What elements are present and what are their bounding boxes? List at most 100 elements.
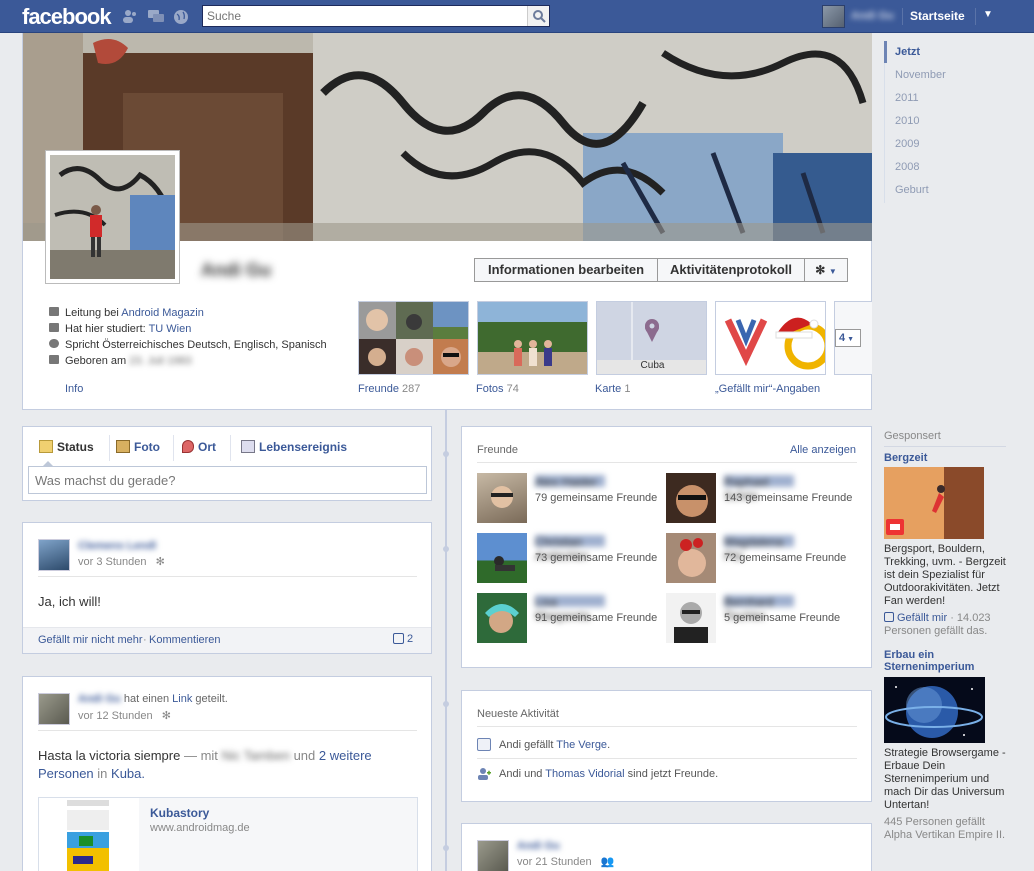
ad-title[interactable]: Bergzeit [884, 452, 927, 464]
friend-name[interactable]: Lisa Margareta [535, 595, 605, 623]
post-timestamp[interactable]: vor 12 Stunden ✻ [78, 709, 171, 722]
timeline-nav-2009[interactable]: 2009 [895, 138, 919, 150]
unlike-link[interactable]: Gefällt mir nicht mehr [38, 634, 143, 646]
friend-mutual[interactable]: 5 gemeinsame Freunde [724, 612, 840, 624]
messages-icon[interactable] [148, 9, 164, 23]
ad-title[interactable]: Erbau ein Sternenimperium [884, 649, 974, 673]
friend-avatar[interactable] [666, 533, 716, 583]
nav-user-name[interactable]: Andi Gu [851, 10, 897, 22]
ad-like-link[interactable]: Gefällt mir [884, 612, 947, 624]
friend-avatar[interactable] [666, 473, 716, 523]
tab-photos[interactable]: Fotos 74 [476, 383, 519, 395]
post-author-avatar[interactable] [38, 693, 70, 725]
friends-box-title: Freunde [477, 444, 518, 456]
post-author-name[interactable]: Andi Gu [517, 840, 560, 852]
more-tabs-button[interactable]: 4 ▼ [835, 329, 861, 347]
post-timestamp[interactable]: vor 21 Stunden 👥 [517, 855, 614, 868]
see-all-friends-link[interactable]: Alle anzeigen [790, 444, 856, 456]
timeline-dot [443, 701, 449, 707]
ad-text[interactable]: Strategie Browsergame - Erbaue Dein Ster… [884, 747, 1009, 812]
gear-icon[interactable]: ✻ [156, 556, 165, 568]
tab-map[interactable]: Karte 1 [595, 383, 630, 395]
facebook-logo[interactable]: facebook [22, 4, 112, 30]
tab-status[interactable]: Status [39, 440, 94, 454]
timeline-nav-2008[interactable]: 2008 [895, 161, 919, 173]
info-languages: Spricht Österreichisches Deutsch, Englis… [49, 339, 327, 351]
link-preview[interactable]: Kubastory www.androidmag.de [38, 797, 418, 871]
tab-place[interactable]: Ort [182, 440, 216, 454]
settings-dropdown-button[interactable]: ✻ ▼ [804, 258, 848, 282]
friend-card[interactable]: Christian Ambichler 73 gemeinsame Freund… [477, 533, 657, 585]
tab-divider [173, 435, 174, 461]
tagged-person[interactable]: Nic Tamben [222, 748, 290, 763]
friend-card[interactable]: Lisa Margareta 91 gemeinsame Freunde [477, 593, 657, 645]
friend-avatar[interactable] [477, 473, 527, 523]
activity-log-button[interactable]: Aktivitätenprotokoll [657, 258, 805, 282]
map-thumbnail[interactable]: Cuba [596, 301, 707, 375]
home-link[interactable]: Startseite [910, 9, 965, 23]
account-dropdown-icon[interactable]: ▼ [983, 9, 993, 20]
notifications-globe-icon[interactable] [173, 9, 189, 24]
post-author-name[interactable]: Clemens Lendl [78, 540, 156, 552]
friend-card[interactable]: Raphael Schön 143 gemeinsame Freunde [666, 473, 852, 525]
likes-thumbnail[interactable] [715, 301, 826, 375]
gear-icon[interactable]: ✻ [162, 710, 171, 722]
friend-avatar[interactable] [477, 533, 527, 583]
activity-suffix: . [607, 739, 611, 751]
comment-link[interactable]: Kommentieren [149, 634, 221, 646]
timeline-nav-2010[interactable]: 2010 [895, 115, 919, 127]
photos-thumbnail[interactable] [477, 301, 588, 375]
friend-mutual[interactable]: 91 gemeinsame Freunde [535, 612, 657, 624]
nav-user-avatar[interactable] [822, 5, 845, 28]
friend-name[interactable]: Christian Ambichler [535, 535, 605, 563]
search-button[interactable] [527, 6, 549, 26]
like-count[interactable]: 2 [393, 633, 413, 645]
tab-photo[interactable]: Foto [116, 440, 160, 454]
edit-info-button[interactable]: Informationen bearbeiten [474, 258, 658, 282]
post-timestamp[interactable]: vor 3 Stunden ✻ [78, 555, 165, 568]
status-input[interactable]: Was machst du gerade? [28, 466, 427, 494]
link-preview-thumbnail [39, 798, 139, 871]
search-input[interactable] [203, 6, 523, 26]
friend-card[interactable]: Magdalena Pilz 72 gemeinsame Freunde [666, 533, 846, 585]
timeline-nav-2011[interactable]: 2011 [895, 92, 919, 104]
friend-mutual[interactable]: 143 gemeinsame Freunde [724, 492, 852, 504]
post-action-link[interactable]: Link [172, 693, 192, 705]
link-preview-title[interactable]: Kubastory [150, 806, 209, 820]
tab-likes[interactable]: „Gefällt mir“-Angaben [715, 383, 820, 395]
ad-text[interactable]: Bergsport, Bouldern, Trekking, uvm. - Be… [884, 543, 1009, 608]
post-author-name[interactable]: Andi Gu [78, 693, 121, 705]
friend-name[interactable]: Raphael Schön [724, 475, 794, 503]
friend-name[interactable]: Alex Haider [535, 475, 605, 489]
tab-info[interactable]: Info [65, 383, 83, 395]
friends-audience-icon[interactable]: 👥 [601, 856, 615, 868]
friend-avatar[interactable] [477, 593, 527, 643]
work-link[interactable]: Android Magazin [121, 307, 204, 319]
tab-life-event[interactable]: Lebensereignis [241, 440, 347, 454]
timeline-nav-now[interactable]: Jetzt [895, 46, 920, 58]
friend-requests-icon[interactable] [122, 9, 138, 23]
post-author-avatar[interactable] [477, 840, 509, 871]
friends-thumbnail[interactable] [358, 301, 469, 375]
friend-name[interactable]: Bernhard Tischler [724, 595, 794, 623]
friend-card[interactable]: Bernhard Tischler 5 gemeinsame Freunde [666, 593, 846, 645]
tagged-others-link-2[interactable]: Personen [38, 766, 94, 781]
post-place-link[interactable]: Kuba. [111, 766, 145, 781]
friend-mutual[interactable]: 79 gemeinsame Freunde [535, 492, 657, 504]
study-link[interactable]: TU Wien [149, 323, 192, 335]
friend-avatar[interactable] [666, 593, 716, 643]
tagged-others-link[interactable]: 2 weitere [319, 748, 372, 763]
friend-card[interactable]: Alex Haider 79 gemeinsame Freunde [477, 473, 657, 525]
friend-mutual[interactable]: 73 gemeinsame Freunde [535, 552, 657, 564]
ad-image[interactable] [884, 677, 985, 743]
profile-picture[interactable] [45, 150, 180, 284]
tab-friends[interactable]: Freunde 287 [358, 383, 420, 395]
timeline-nav-november[interactable]: November [895, 69, 946, 81]
activity-link[interactable]: The Verge [556, 739, 607, 751]
post-author-avatar[interactable] [38, 539, 70, 571]
friend-name[interactable]: Magdalena Pilz [724, 535, 794, 563]
activity-link[interactable]: Thomas Vidorial [545, 768, 624, 780]
timeline-nav-birth[interactable]: Geburt [895, 184, 929, 196]
friend-mutual[interactable]: 72 gemeinsame Freunde [724, 552, 846, 564]
ad-image[interactable] [884, 467, 984, 539]
